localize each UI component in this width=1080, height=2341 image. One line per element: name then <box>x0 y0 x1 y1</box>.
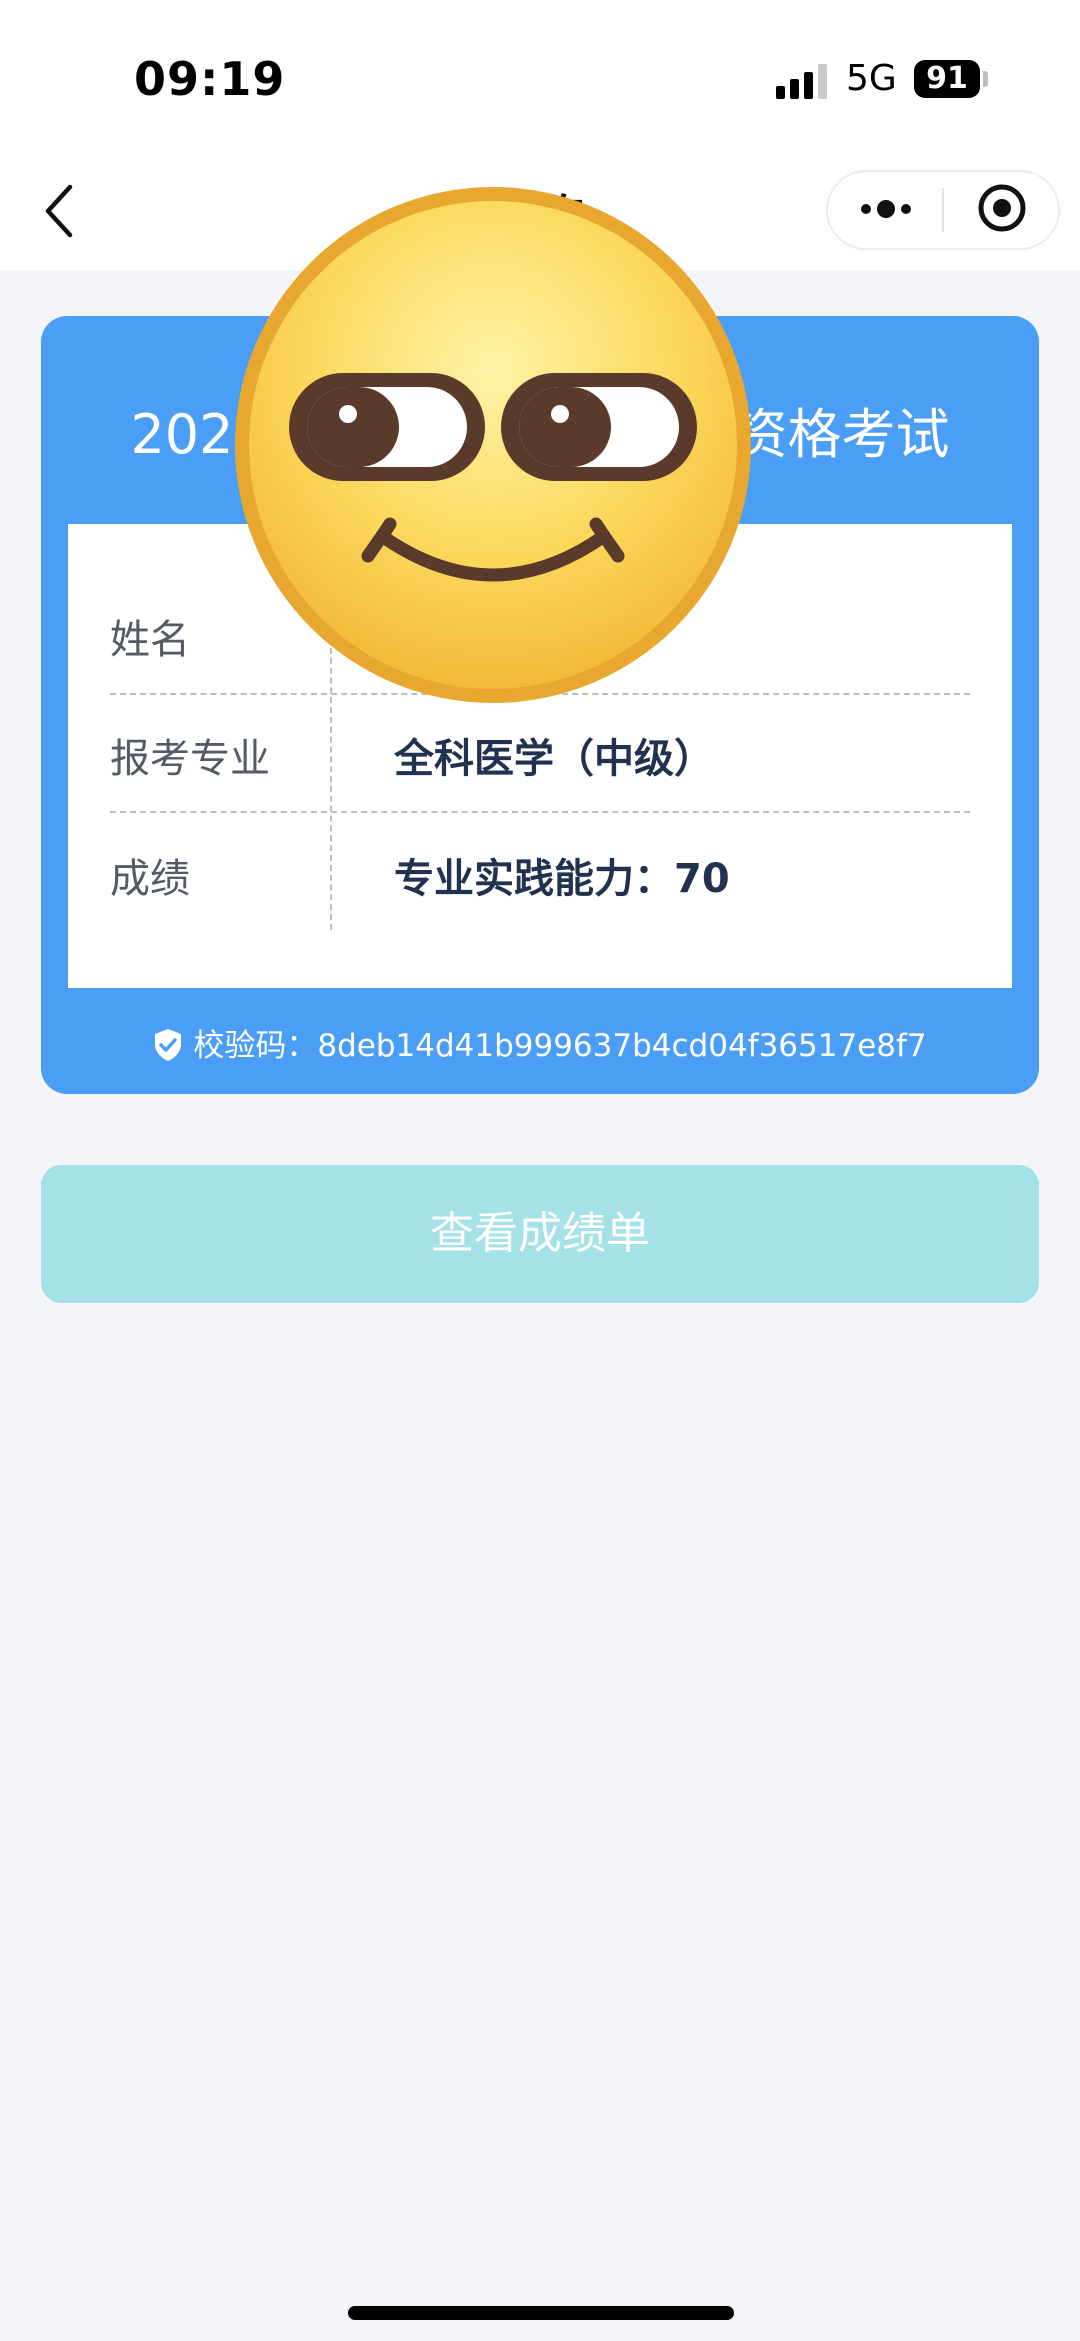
smile-emoji-sticker <box>235 187 751 703</box>
row-label-major: 报考专业 <box>110 736 270 782</box>
card-title-left: 202 <box>130 403 234 466</box>
verification-label: 校验码： <box>193 1028 318 1064</box>
view-transcript-button[interactable]: 查看成绩单 <box>41 1165 1039 1303</box>
row-label-score: 成绩 <box>110 856 190 902</box>
battery-icon: 91 <box>914 60 980 98</box>
capsule-divider <box>942 188 944 232</box>
network-type: 5G <box>846 58 897 99</box>
target-icon[interactable] <box>976 182 1028 234</box>
card-title-right: 资格考试 <box>733 403 950 466</box>
row-divider <box>110 811 970 813</box>
shield-check-icon <box>155 1029 182 1061</box>
row-value-score: 专业实践能力：70 <box>394 856 730 902</box>
signal-icon <box>776 64 827 99</box>
home-indicator[interactable] <box>348 2306 734 2320</box>
verification-value: 8deb14d41b999637b4cd04f36517e8f7 <box>317 1028 927 1064</box>
back-chevron-icon[interactable] <box>40 183 80 239</box>
status-time: 09:19 <box>134 52 286 106</box>
row-value-major: 全科医学（中级） <box>394 736 714 782</box>
battery-tip <box>983 71 988 87</box>
verification-code: 校验码：8deb14d41b999637b4cd04f36517e8f7 <box>41 1020 1039 1065</box>
more-icon[interactable] <box>858 194 914 224</box>
row-label-name: 姓名 <box>110 617 190 663</box>
